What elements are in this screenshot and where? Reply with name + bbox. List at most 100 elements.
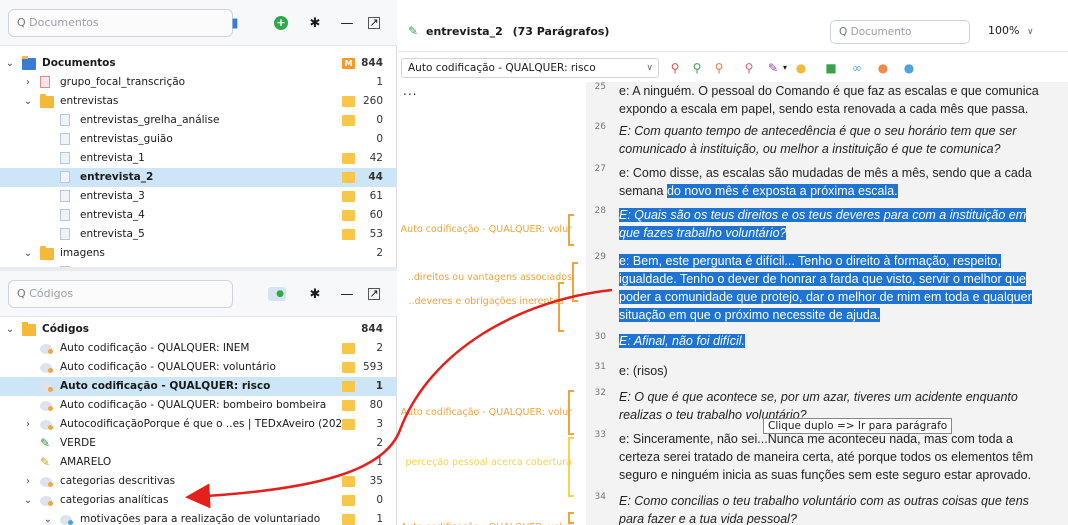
code-green-icon[interactable]: ⚲ bbox=[690, 61, 704, 75]
more-indicator[interactable]: ... bbox=[403, 84, 417, 98]
paragraph-number[interactable]: 29 bbox=[586, 252, 606, 262]
codes-tree-row[interactable]: ⌄ categorias analíticas 0 bbox=[0, 491, 397, 510]
paragraph-text[interactable]: e: Bem, este pergunta é difícil... Tenho… bbox=[619, 252, 1049, 324]
edit-icon[interactable]: ✎ bbox=[408, 24, 418, 38]
documents-tree-row[interactable]: entrevista_2 44 bbox=[0, 168, 397, 187]
codes-tree-row[interactable]: › AutocodificaçãoPorque é que o ..es | TE… bbox=[0, 415, 397, 434]
maximize-icon[interactable]: ↗ bbox=[368, 288, 380, 300]
codes-tree-row[interactable]: Auto codificação - QUALQUER: INEM 2 bbox=[0, 339, 397, 358]
documents-tree-row[interactable]: ⌄ entrevistas 260 bbox=[0, 92, 397, 111]
documents-tree-row[interactable]: entrevistas_guião 0 bbox=[0, 130, 397, 149]
paragraph-text[interactable]: E: Afinal, não foi difícil. bbox=[619, 332, 1049, 350]
codes-search-input[interactable]: Q Códigos bbox=[8, 280, 233, 308]
documents-tree-row[interactable]: › grupo_focal_transcrição 1 bbox=[0, 73, 397, 92]
maximize-icon[interactable]: ↗ bbox=[368, 17, 380, 29]
code-bracket[interactable] bbox=[558, 282, 564, 332]
link-icon[interactable]: ∞ bbox=[850, 61, 864, 75]
code-tag[interactable]: Auto codificação - QUALQUER: volur bbox=[401, 407, 572, 418]
paragraph-text[interactable]: e: Sinceramente, não sei...Nunca me acon… bbox=[619, 430, 1049, 484]
search-icon: Q bbox=[17, 287, 26, 300]
zoom-select[interactable]: 100% ∨ bbox=[988, 24, 1034, 37]
comment-icon[interactable]: ● bbox=[876, 61, 890, 75]
paragraph-text[interactable]: E: Como concilias o teu trabalho voluntá… bbox=[619, 492, 1049, 525]
code-pink-icon[interactable]: ⚲ bbox=[742, 61, 756, 75]
minimize-icon[interactable]: — bbox=[338, 285, 356, 303]
codes-tree-row[interactable]: › categorias descritivas 35 bbox=[0, 472, 397, 491]
highlighted-segment[interactable]: e: Bem, este pergunta é difícil... Tenho… bbox=[619, 254, 1032, 322]
paragraph-number[interactable]: 28 bbox=[586, 206, 606, 216]
paragraph-text[interactable]: E: Quais são os teus direitos e os teus … bbox=[619, 206, 1049, 242]
documents-tree-row[interactable]: entrevista_4 60 bbox=[0, 206, 397, 225]
gear-icon[interactable]: ✱ bbox=[306, 14, 324, 32]
paragraph-text[interactable]: e: A ninguém. O pessoal do Comando é que… bbox=[619, 82, 1049, 118]
highlighted-segment[interactable]: do novo mês é exposta a próxima escala. bbox=[666, 184, 898, 198]
text-segment[interactable]: E: Com quanto tempo de antecedência é qu… bbox=[619, 124, 1016, 156]
codes-tree-row[interactable]: Auto codificação - QUALQUER: bombeiro bo… bbox=[0, 396, 397, 415]
highlighted-segment[interactable]: E: Quais são os teus direitos e os teus … bbox=[619, 208, 1027, 240]
collapse-toggle-icon[interactable]: ⌄ bbox=[4, 320, 16, 339]
text-segment[interactable]: E: Como concilias o teu trabalho voluntá… bbox=[619, 494, 1029, 525]
collapse-toggle-icon[interactable]: ⌄ bbox=[42, 510, 54, 525]
codes-tree-row[interactable]: ⌄ motivações para a realização de volunta… bbox=[0, 510, 397, 525]
code-icon[interactable]: ⚲ bbox=[668, 61, 682, 75]
paragraph-number[interactable]: 27 bbox=[586, 164, 606, 174]
collapse-toggle-icon[interactable]: ⌄ bbox=[4, 54, 16, 73]
document-text[interactable]: 25 e: A ninguém. O pessoal do Comando é q… bbox=[586, 82, 1068, 525]
emoticode-icon[interactable]: ● bbox=[794, 61, 808, 75]
paragraph-number[interactable]: 30 bbox=[586, 332, 606, 342]
paragraph-number[interactable]: 33 bbox=[586, 430, 606, 440]
code-orange-icon[interactable]: ⚲ bbox=[712, 61, 726, 75]
codes-tree-row[interactable]: ✎ VERDE 2 bbox=[0, 434, 397, 453]
add-code-icon[interactable]: ● bbox=[268, 285, 286, 303]
documents-tree-row[interactable]: entrevista_1 42 bbox=[0, 149, 397, 168]
gear-icon[interactable]: ✱ bbox=[306, 285, 324, 303]
collapse-toggle-icon[interactable]: ⌄ bbox=[22, 491, 34, 510]
code-tag[interactable]: ..direitos ou vantagens associados bbox=[408, 272, 572, 283]
paragraph-number[interactable]: 31 bbox=[586, 362, 606, 372]
documents-tree-row[interactable]: ⌄ Documentos M 844 bbox=[0, 54, 397, 73]
folder-icon bbox=[22, 56, 36, 70]
codes-tree-row[interactable]: Auto codificação - QUALQUER: voluntário 5… bbox=[0, 358, 397, 377]
documents-tree-row[interactable]: entrevistas_grelha_análise 0 bbox=[0, 111, 397, 130]
codes-tree-row[interactable]: ⌄ Códigos 844 bbox=[0, 320, 397, 339]
chevron-down-icon[interactable]: ▾ bbox=[778, 61, 792, 75]
code-tag[interactable]: ..deveres e obrigações inerentes bbox=[409, 296, 564, 307]
collapse-toggle-icon[interactable]: ⌄ bbox=[22, 92, 34, 111]
text-segment[interactable]: e: (risos) bbox=[619, 364, 668, 378]
minimize-icon[interactable]: — bbox=[338, 14, 356, 32]
code-bracket[interactable] bbox=[568, 214, 574, 246]
paragraph-number[interactable]: 34 bbox=[586, 492, 606, 502]
codes-tree-row[interactable]: ✎ AMARELO 1 bbox=[0, 453, 397, 472]
memo-icon[interactable]: ● bbox=[902, 61, 916, 75]
documents-tree-row[interactable]: entrevista_3 61 bbox=[0, 187, 397, 206]
codes-item-label: Auto codificação - QUALQUER: bombeiro bo… bbox=[60, 399, 327, 411]
codes-tree-row[interactable]: Auto codificação - QUALQUER: risco 1 bbox=[0, 377, 397, 396]
code-select[interactable]: Auto codificação - QUALQUER: risco ∨ bbox=[401, 58, 659, 78]
highlighted-segment[interactable]: E: Afinal, não foi difícil. bbox=[619, 334, 745, 348]
paragraph-number[interactable]: 32 bbox=[586, 388, 606, 398]
expand-toggle-icon[interactable]: › bbox=[22, 472, 34, 491]
paragraph-number[interactable]: 25 bbox=[586, 82, 606, 92]
paragraph-text[interactable]: e: (risos) bbox=[619, 362, 1049, 380]
code-tag[interactable]: Auto codificação - QUALQUER: volur bbox=[401, 224, 572, 235]
paragraph-number[interactable]: 26 bbox=[586, 122, 606, 132]
code-bracket[interactable] bbox=[568, 390, 574, 435]
code-tag[interactable]: perceção pessoal acerca cobertura bbox=[405, 457, 572, 468]
expand-toggle-icon[interactable]: › bbox=[22, 73, 34, 92]
add-document-icon[interactable]: + bbox=[272, 14, 290, 32]
code-bracket[interactable] bbox=[568, 512, 574, 524]
collapse-toggle-icon[interactable]: ⌄ bbox=[22, 244, 34, 263]
code-bracket[interactable] bbox=[572, 262, 578, 302]
document-search-input[interactable]: Q Documento bbox=[830, 20, 970, 44]
documents-tree-row[interactable]: entrevista_5 53 bbox=[0, 225, 397, 244]
documents-tree-row[interactable]: ⌄ imagens 2 bbox=[0, 244, 397, 263]
code-memo-icon[interactable]: ■ bbox=[824, 61, 838, 75]
code-bracket[interactable] bbox=[568, 437, 574, 497]
expand-toggle-icon[interactable]: › bbox=[22, 415, 34, 434]
paragraph-text[interactable]: E: Com quanto tempo de antecedência é qu… bbox=[619, 122, 1049, 158]
text-segment[interactable]: e: A ninguém. O pessoal do Comando é que… bbox=[619, 84, 1039, 116]
paragraph-text[interactable]: e: Como disse, as escalas são mudadas de… bbox=[619, 164, 1049, 200]
documents-search-input[interactable]: Q Documentos bbox=[8, 9, 233, 37]
documents-import-icon[interactable]: ▮ bbox=[226, 14, 244, 32]
text-segment[interactable]: e: Sinceramente, não sei...Nunca me acon… bbox=[619, 432, 1033, 482]
